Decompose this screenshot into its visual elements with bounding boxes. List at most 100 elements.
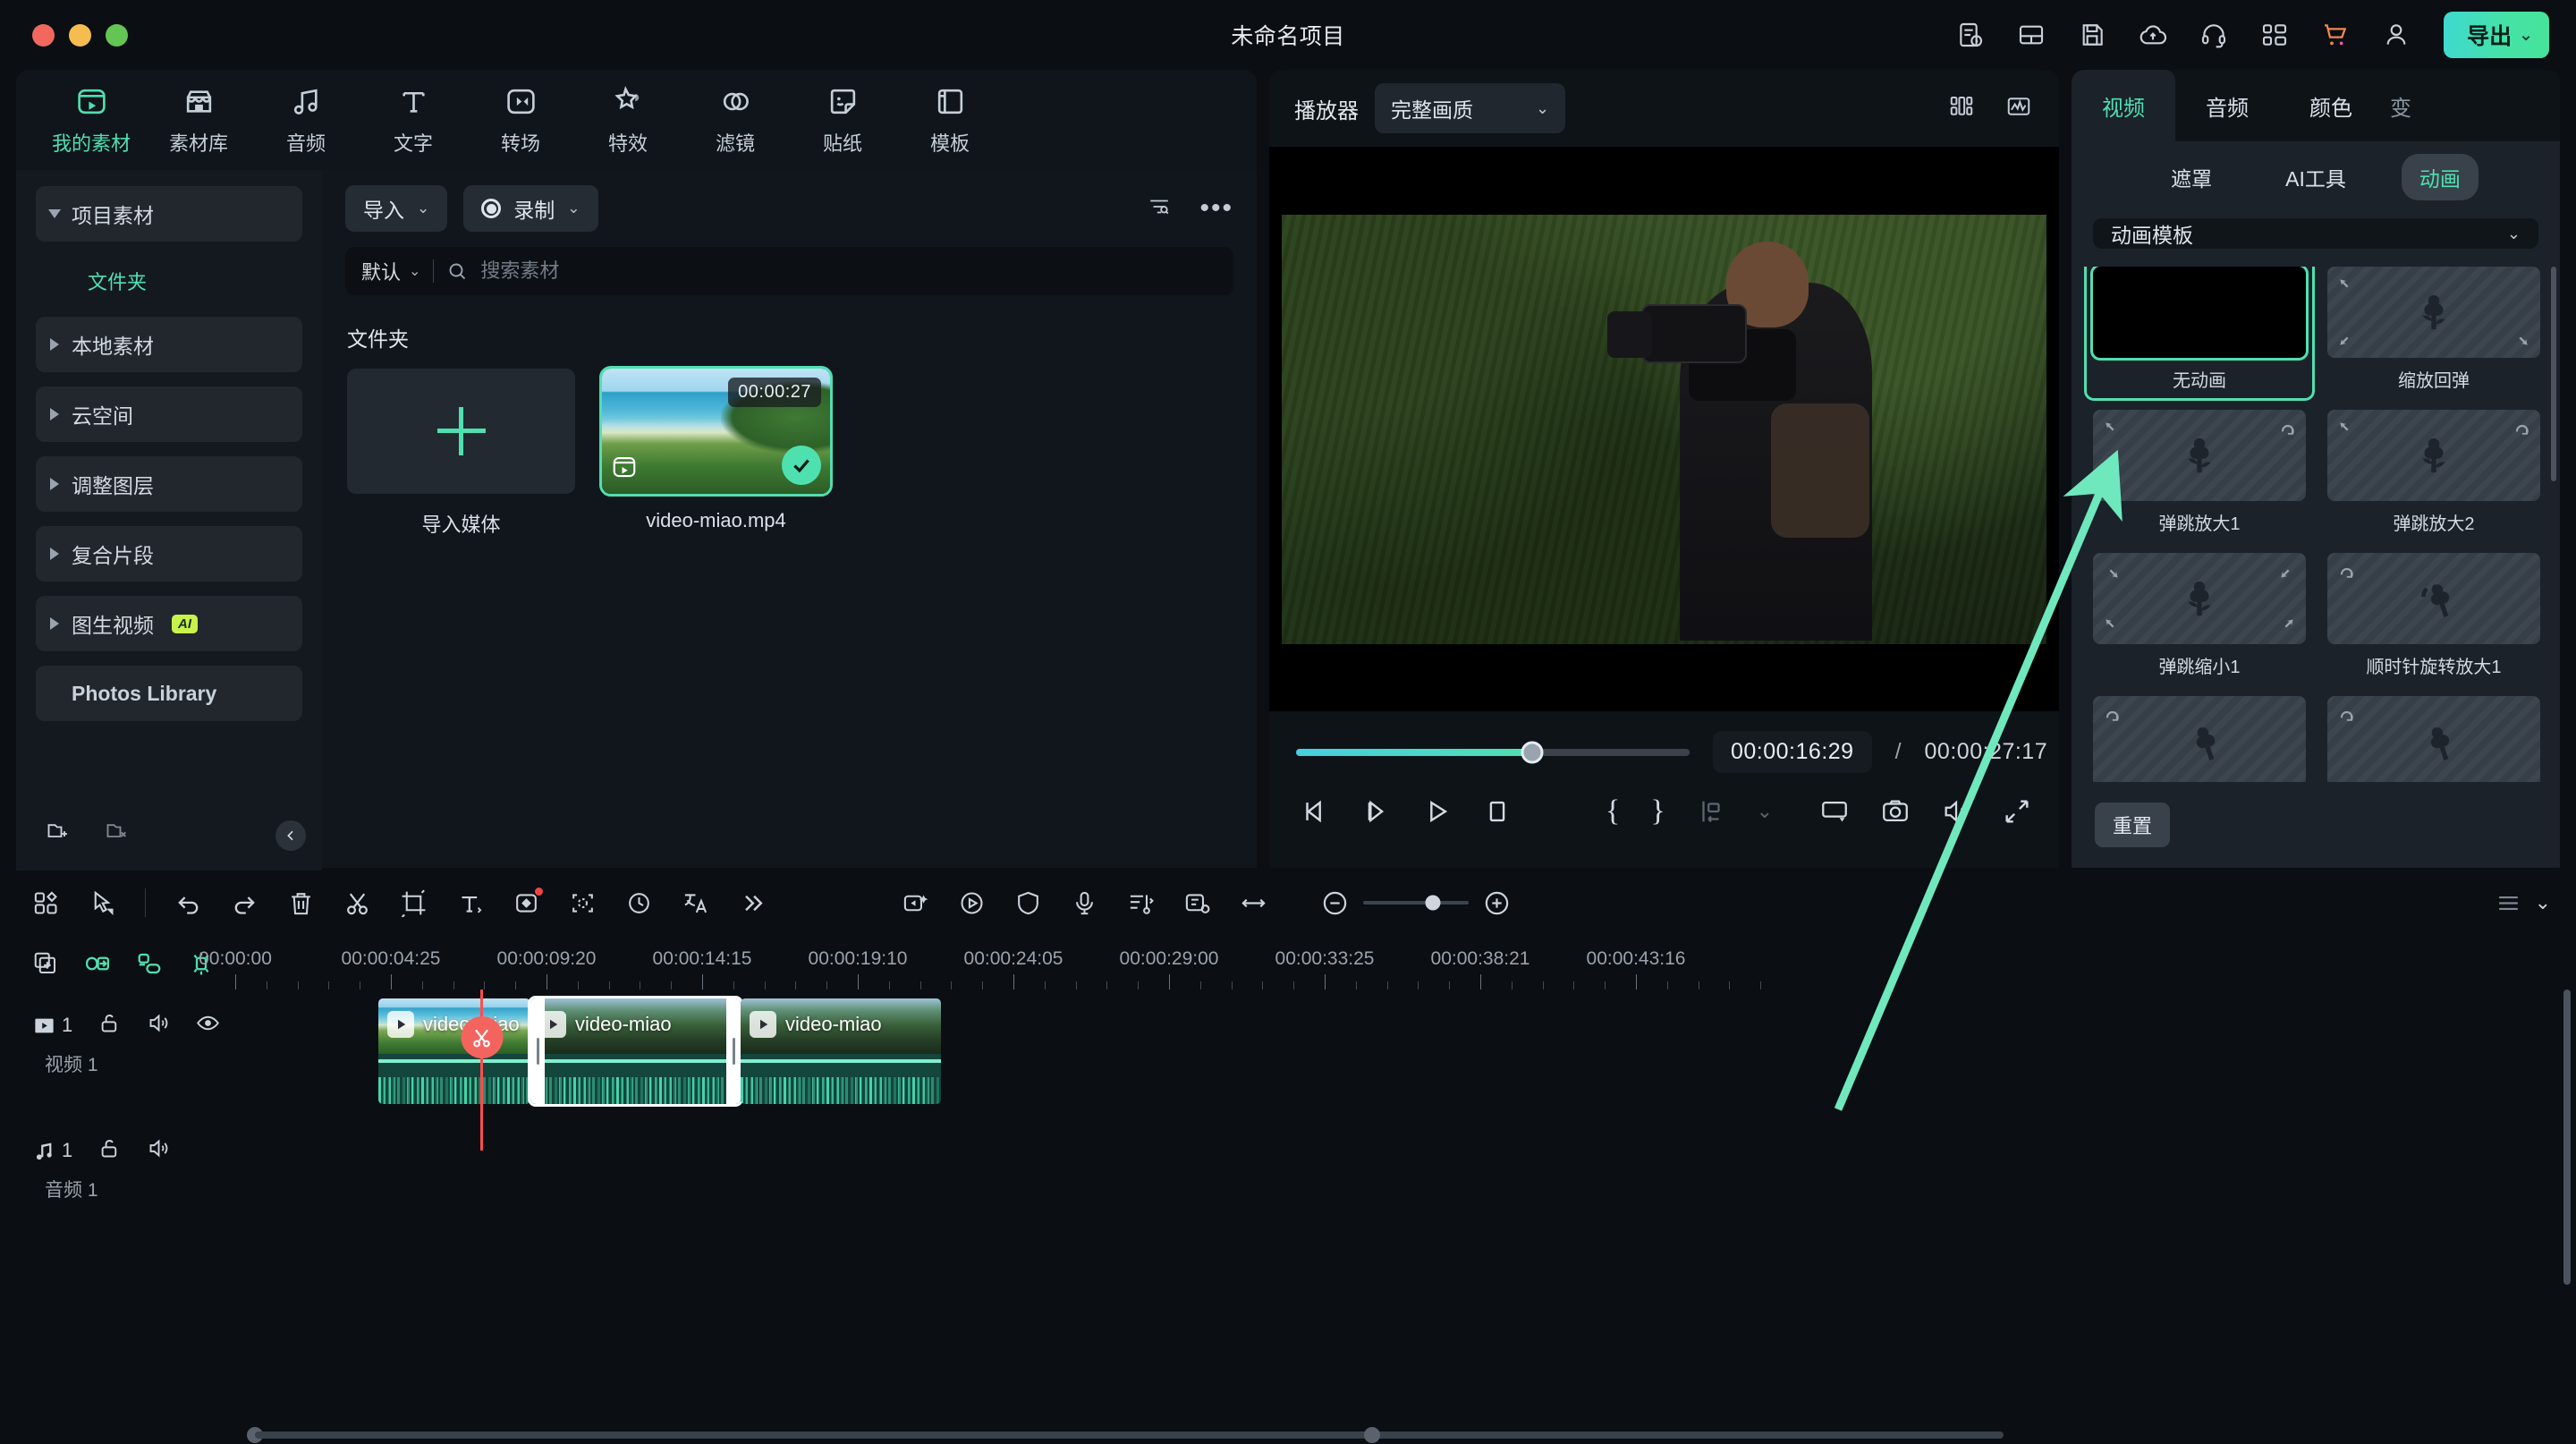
sidebar-item-adjustment-layer[interactable]: 调整图层 [36,456,302,512]
more-tools-icon[interactable] [738,889,766,917]
nav-item-stock-library[interactable]: 素材库 [145,84,252,157]
new-folder-icon[interactable] [45,818,72,847]
nav-item-filter[interactable]: 滤镜 [682,84,789,157]
headset-icon[interactable] [2197,18,2231,52]
minimize-window-button[interactable] [69,23,91,47]
subtab-ai-tools[interactable]: AI工具 [2267,154,2364,200]
zoom-slider[interactable] [1363,895,1469,911]
tab-transform[interactable]: 变 [2383,70,2419,141]
group-icon[interactable] [136,950,163,977]
sidebar-item-project-media[interactable]: 项目素材 [36,186,302,242]
clip-trim-handle-left[interactable] [530,998,545,1104]
lock-open-icon[interactable] [97,1136,122,1165]
tab-audio[interactable]: 音频 [2175,70,2279,141]
media-thumbnail[interactable]: 00:00:27 [599,366,833,497]
export-chevron-down-icon[interactable]: ⌄ [2519,25,2533,46]
export-button[interactable]: 导出 ⌄ [2444,12,2549,58]
nav-item-sticker[interactable]: 贴纸 [789,84,896,157]
task-list-icon[interactable] [1953,18,1987,52]
grid-view-icon[interactable] [1946,93,1977,124]
video-track-lane[interactable]: video-miao video-miao [240,990,2576,1151]
media-item[interactable]: 00:00:27 video-miao.mp4 [599,366,833,538]
sort-select[interactable]: 默认 ⌄ [361,257,420,285]
chevron-down-icon[interactable]: ⌄ [417,200,429,217]
mic-icon[interactable] [1071,889,1098,917]
playhead[interactable] [461,990,503,1151]
translate-icon[interactable] [682,889,709,917]
nav-item-audio[interactable]: 音频 [252,84,360,157]
nav-item-text[interactable]: 文字 [360,84,467,157]
keyframe-icon[interactable] [902,889,929,917]
volume-icon[interactable] [147,1011,171,1040]
current-timecode[interactable]: 00:00:16:29 [1713,731,1872,773]
more-options-icon[interactable]: ••• [1199,195,1233,222]
timeline-clip[interactable]: video-miao [378,998,530,1104]
list-view-icon[interactable] [2495,889,2522,917]
import-media-thumb[interactable] [347,369,575,494]
add-track-icon[interactable] [32,950,59,977]
import-media-tile[interactable]: 导入媒体 [347,369,575,538]
nav-item-template[interactable]: 模板 [896,84,1004,157]
zoom-in-icon[interactable] [1483,889,1511,917]
filter-sort-icon[interactable] [1146,195,1173,223]
stop-icon[interactable] [1482,796,1513,827]
select-tool-icon[interactable] [89,889,116,917]
prev-frame-icon[interactable] [1300,796,1330,827]
animation-preset[interactable]: 弹跳缩小1 [2093,553,2306,678]
nav-item-effects[interactable]: 特效 [574,84,682,157]
collapse-sidebar-button[interactable] [275,820,306,851]
animation-scrollbar[interactable] [2551,267,2556,481]
sidebar-item-local-media[interactable]: 本地素材 [36,317,302,372]
text-tool-icon[interactable] [456,889,484,917]
animation-preset-none[interactable]: 无动画 [2084,267,2315,401]
speed-icon[interactable] [625,889,653,917]
snapshot-icon[interactable] [1880,796,1911,827]
search-input[interactable] [480,259,1217,283]
link-icon[interactable] [84,950,111,977]
volume-icon[interactable] [147,1136,171,1165]
subtab-mask[interactable]: 遮罩 [2153,154,2230,200]
record-button[interactable]: 录制 ⌄ [463,185,598,232]
animation-preset[interactable]: 顺时针旋转放大2 [2093,696,2306,782]
scrubber-knob[interactable] [1521,741,1544,763]
maximize-window-button[interactable] [106,23,128,47]
templates-grid-icon[interactable] [32,889,60,917]
nav-item-my-media[interactable]: 我的素材 [38,84,145,157]
user-icon[interactable] [2379,18,2413,52]
sidebar-item-image-to-video[interactable]: 图生视频 AI [36,596,302,651]
reset-button[interactable]: 重置 [2095,803,2171,847]
timeline-clip[interactable]: video-miao [741,998,941,1104]
animation-preset[interactable]: 顺时针旋转 [2327,696,2540,782]
fullscreen-icon[interactable] [2002,796,2032,827]
auto-reframe-icon[interactable] [569,889,597,917]
timeline-ruler[interactable]: 00:00:00 00:00:04:25 00:00:09:20 00:00:14:1… [199,938,2576,990]
timeline-clip[interactable]: video-miao [528,996,743,1107]
quality-select[interactable]: 完整画质 ⌄ [1375,83,1566,133]
close-window-button[interactable] [32,23,55,47]
save-icon[interactable] [2075,18,2109,52]
mark-in-icon[interactable]: { [1606,796,1620,827]
fit-icon[interactable] [1240,889,1267,917]
timeline-vertical-scrollbar[interactable] [2563,990,2571,1285]
chevron-down-icon[interactable]: ⌄ [567,200,580,217]
chevron-down-icon[interactable]: ⌄ [1757,800,1773,823]
scroll-handle-right[interactable] [1364,1427,1380,1443]
clip-trim-handle-right[interactable] [726,998,741,1104]
mask-icon[interactable] [513,887,543,917]
sidebar-subitem-folder[interactable]: 文件夹 [36,256,302,317]
nav-item-transition[interactable]: 转场 [467,84,574,157]
animation-preset[interactable]: 弹跳放大1 [2093,410,2306,535]
zoom-slider-knob[interactable] [1425,895,1441,911]
sidebar-item-photos-library[interactable]: Photos Library [36,666,302,721]
import-button[interactable]: 导入 ⌄ [345,185,448,232]
render-preview-icon[interactable] [1819,796,1850,827]
sidebar-item-cloud[interactable]: 云空间 [36,386,302,442]
layout-icon[interactable] [2014,18,2048,52]
redo-icon[interactable] [231,889,258,917]
volume-icon[interactable] [1941,796,1971,827]
undo-icon[interactable] [174,889,202,917]
apps-grid-icon[interactable] [2258,18,2292,52]
subtab-animation[interactable]: 动画 [2401,154,2479,200]
render-icon[interactable] [958,889,986,917]
chevron-down-icon[interactable]: ⌄ [2535,891,2551,914]
